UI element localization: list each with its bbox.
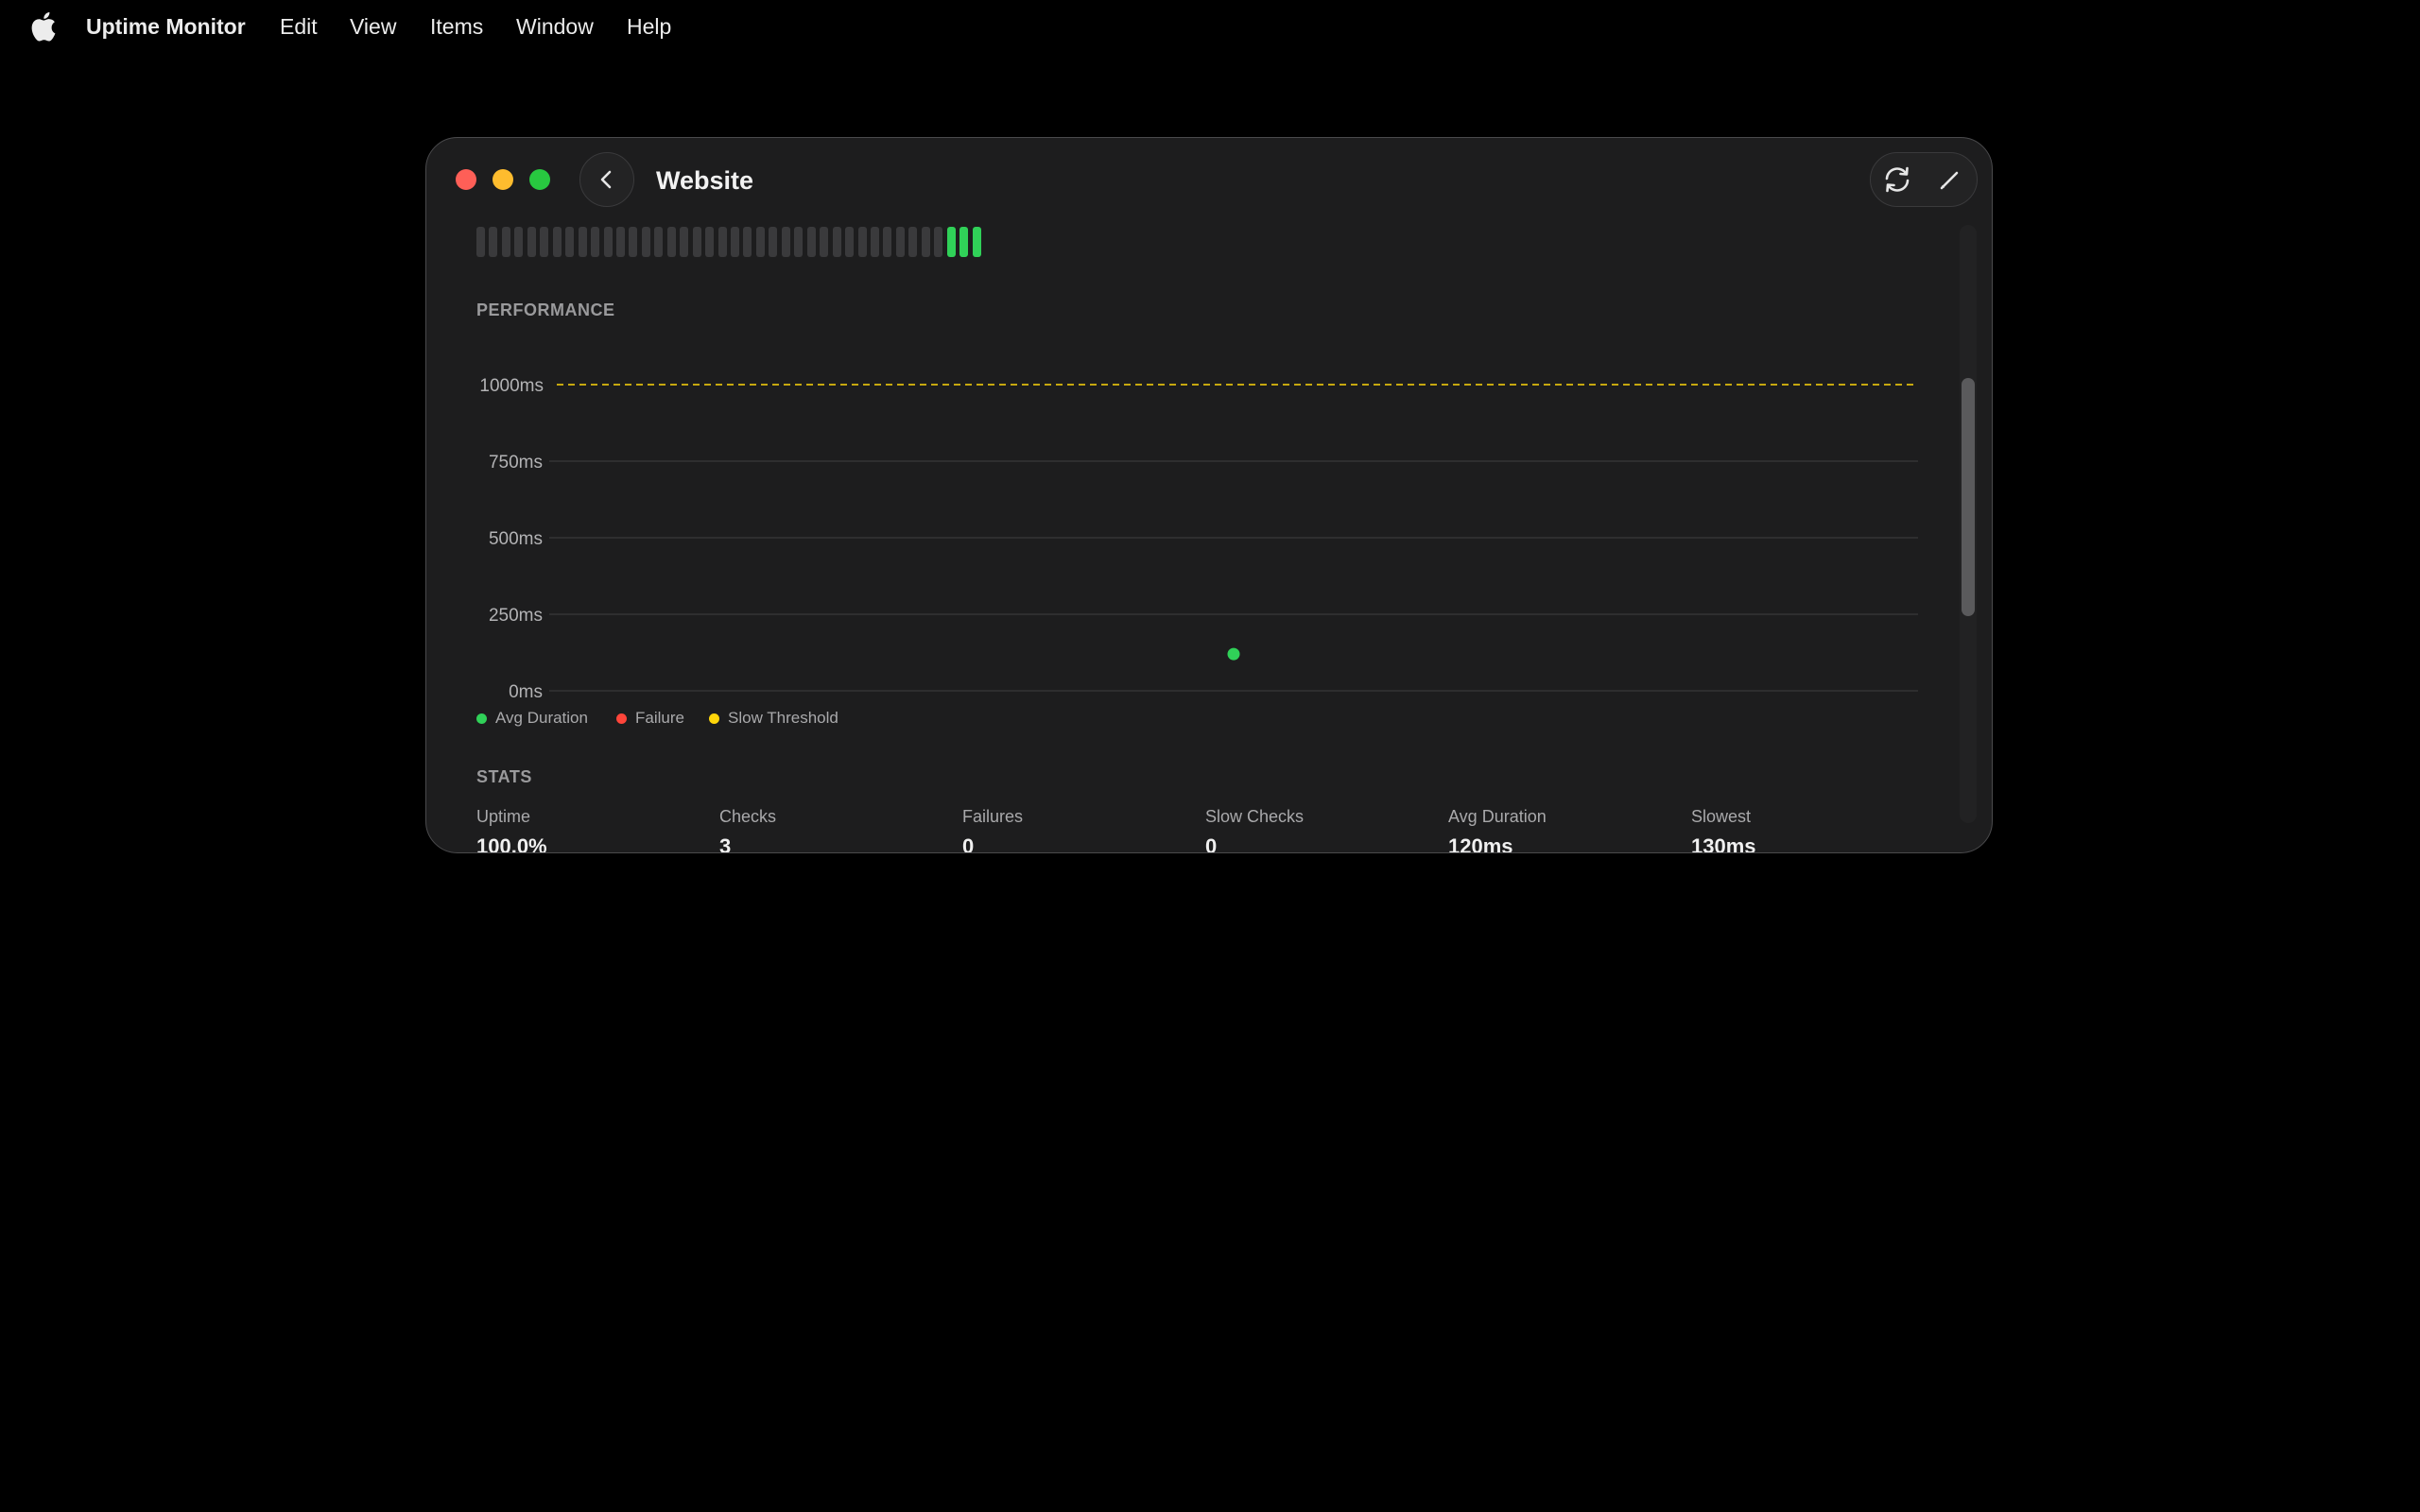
menu-edit[interactable]: Edit — [280, 13, 318, 40]
stat-slow-checks: Slow Checks 0 — [1205, 806, 1305, 853]
stat-label: Failures — [962, 807, 1024, 826]
performance-chart: 0ms 250ms 500ms 750ms 1000ms — [479, 376, 1918, 702]
menu-window[interactable]: Window — [516, 13, 594, 40]
legend-item-slow-threshold: Slow Threshold — [709, 709, 838, 728]
stat-label: Slowest — [1691, 807, 1752, 826]
legend-label-avg-duration: Avg Duration — [495, 709, 588, 727]
y-tick-label: 750ms — [489, 453, 543, 472]
legend-dot-avg-duration — [476, 713, 487, 724]
menu-view[interactable]: View — [350, 13, 396, 40]
legend-item-avg-duration: Avg Duration — [476, 709, 588, 728]
apple-logo-icon[interactable] — [28, 11, 57, 42]
stat-label: Uptime — [476, 807, 531, 826]
y-tick-label: 250ms — [489, 606, 543, 626]
avg-duration-point[interactable] — [1227, 647, 1240, 661]
legend-label-slow-threshold: Slow Threshold — [728, 709, 838, 727]
stat-slowest: Slowest 130ms — [1691, 806, 1756, 853]
legend-item-failure: Failure — [616, 709, 684, 728]
stat-label: Slow Checks — [1205, 807, 1305, 826]
legend-dot-slow-threshold — [709, 713, 719, 724]
stat-value: 130ms — [1691, 834, 1756, 853]
stat-failures: Failures 0 — [962, 806, 1024, 853]
stat-value: 0 — [962, 834, 975, 853]
stat-value: 100.0% — [476, 834, 547, 853]
stat-value: 0 — [1205, 834, 1218, 853]
menu-help[interactable]: Help — [627, 13, 671, 40]
stats-section-label: STATS — [476, 767, 532, 786]
stat-label: Checks — [719, 807, 777, 826]
y-tick-label: 1000ms — [479, 376, 544, 396]
legend-label-failure: Failure — [635, 709, 684, 727]
monitor-window: Website PERFORMANCE 0ms 250ms 500ms 750ms 10… — [425, 137, 1993, 853]
stat-uptime: Uptime 100.0% — [476, 806, 547, 853]
stat-label: Avg Duration — [1448, 807, 1547, 826]
stat-value: 3 — [719, 834, 732, 853]
y-tick-label: 0ms — [509, 682, 543, 702]
menu-app-name[interactable]: Uptime Monitor — [86, 13, 246, 40]
menu-bar: Uptime Monitor Edit View Items Window He… — [0, 0, 2420, 53]
stat-value: 120ms — [1448, 834, 1513, 853]
stat-avg-duration: Avg Duration 120ms — [1448, 806, 1547, 853]
stat-checks: Checks 3 — [719, 806, 777, 853]
legend-dot-failure — [616, 713, 627, 724]
y-tick-label: 500ms — [489, 529, 543, 549]
menu-items[interactable]: Items — [430, 13, 483, 40]
